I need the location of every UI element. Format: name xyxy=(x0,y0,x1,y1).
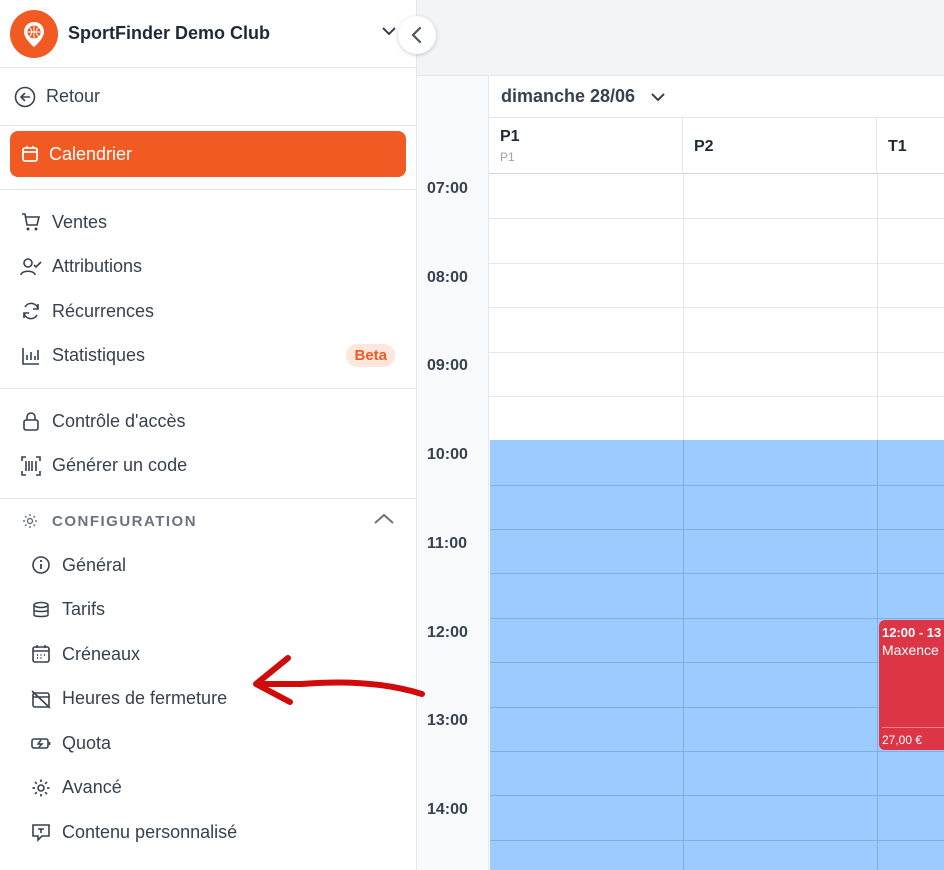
nav-label: Attributions xyxy=(52,256,143,277)
booking-time: 12:00 - 13 xyxy=(882,625,942,640)
grid-line xyxy=(489,218,944,219)
calendar-icon xyxy=(22,146,38,162)
chevron-down-icon[interactable] xyxy=(380,22,398,45)
club-header[interactable]: SportFinder Demo Club xyxy=(0,0,416,68)
booking-price: 27,00 € xyxy=(882,727,944,747)
config-item-avance[interactable]: Avancé xyxy=(0,766,416,811)
hour-label: 11:00 xyxy=(427,535,468,552)
nav-label: Ventes xyxy=(52,211,108,232)
hour-label: 10:00 xyxy=(427,446,468,463)
config-label: Quota xyxy=(62,732,112,753)
court-name: T1 xyxy=(888,138,907,155)
nav-item-generer-code[interactable]: Générer un code xyxy=(0,444,416,489)
grid-line xyxy=(489,263,944,264)
court-name: P2 xyxy=(694,138,714,155)
info-icon xyxy=(32,556,50,575)
nav-label: Statistiques xyxy=(52,345,146,366)
hour-label: 09:00 xyxy=(427,357,468,374)
barcode-scan-icon xyxy=(21,455,41,476)
collapse-sidebar-button[interactable] xyxy=(398,16,436,54)
date-selector[interactable]: dimanche 28/06 xyxy=(489,76,944,118)
calendar-off-icon xyxy=(31,690,51,709)
hour-label: 08:00 xyxy=(427,269,468,286)
grid-line xyxy=(489,396,944,397)
coins-icon xyxy=(33,601,49,617)
cart-icon xyxy=(22,213,41,231)
hour-label: 13:00 xyxy=(427,712,468,729)
config-label: Créneaux xyxy=(62,643,141,664)
nav-item-statistiques[interactable]: Statistiques Beta xyxy=(0,334,416,379)
club-name: SportFinder Demo Club xyxy=(68,23,270,43)
annotation-arrow xyxy=(253,655,425,705)
club-logo xyxy=(10,9,58,58)
config-item-contenu-personnalise[interactable]: Contenu personnalisé xyxy=(0,810,416,855)
refresh-icon xyxy=(23,302,39,320)
config-label: Tarifs xyxy=(62,599,106,620)
court-header-p2: P2 xyxy=(683,118,877,174)
back-label: Retour xyxy=(46,86,101,106)
configuration-title: CONFIGURATION xyxy=(52,512,198,530)
config-item-general[interactable]: Général xyxy=(0,543,416,588)
back-link[interactable]: Retour xyxy=(0,68,416,126)
calendar-grid-icon xyxy=(32,645,50,664)
court-subname: P1 xyxy=(500,150,515,164)
chevron-left-icon xyxy=(411,26,422,44)
gear-icon xyxy=(32,779,50,797)
arrow-left-circle-icon xyxy=(14,86,36,107)
booking-card[interactable]: 12:00 - 13 Maxence 27,00 € xyxy=(879,620,944,750)
config-label: Avancé xyxy=(62,777,122,798)
court-name: P1 xyxy=(500,128,520,145)
config-item-quota[interactable]: Quota xyxy=(0,721,416,766)
grid-line xyxy=(489,352,944,353)
hour-label: 07:00 xyxy=(427,180,468,197)
chevron-up-icon[interactable] xyxy=(373,511,409,531)
nav-item-calendrier[interactable]: Calendrier xyxy=(10,131,406,177)
beta-badge: Beta xyxy=(346,343,395,367)
closed-hours-block[interactable] xyxy=(490,440,944,870)
court-header-p1: P1 P1 xyxy=(489,118,683,174)
calendar-grid: dimanche 28/06 P1 P1 P2 T1 07:00 08:00 0… xyxy=(417,76,944,870)
booking-name: Maxence xyxy=(882,642,939,658)
nav-item-attributions[interactable]: Attributions xyxy=(0,245,416,290)
sidebar: SportFinder Demo Club Retour Calendrier … xyxy=(0,0,436,870)
hour-label: 14:00 xyxy=(427,801,468,818)
gear-icon xyxy=(23,514,37,528)
user-check-icon xyxy=(20,257,42,276)
grid-line xyxy=(489,307,944,308)
nav-item-recurrences[interactable]: Récurrences xyxy=(0,289,416,334)
bar-chart-icon xyxy=(22,347,39,365)
top-bar xyxy=(417,0,944,76)
hour-label: 12:00 xyxy=(427,624,468,641)
lock-icon xyxy=(23,412,39,432)
nav-label: Générer un code xyxy=(52,455,188,476)
message-text-icon xyxy=(32,824,50,843)
nav-label: Contrôle d'accès xyxy=(52,410,186,431)
configuration-header[interactable]: CONFIGURATION xyxy=(0,499,416,543)
battery-charging-icon xyxy=(31,738,51,750)
config-label: Contenu personnalisé xyxy=(62,821,238,842)
nav-label: Récurrences xyxy=(52,300,155,321)
nav-label: Calendrier xyxy=(49,143,133,164)
config-item-tarifs[interactable]: Tarifs xyxy=(0,588,416,633)
court-header-t1: T1 xyxy=(877,118,944,174)
date-label: dimanche 28/06 xyxy=(501,86,636,106)
chevron-down-icon xyxy=(651,92,665,101)
nav-item-ventes[interactable]: Ventes xyxy=(0,200,416,245)
config-label: Heures de fermeture xyxy=(62,688,228,709)
config-label: Général xyxy=(62,554,127,575)
nav-item-controle-acces[interactable]: Contrôle d'accès xyxy=(0,399,416,444)
